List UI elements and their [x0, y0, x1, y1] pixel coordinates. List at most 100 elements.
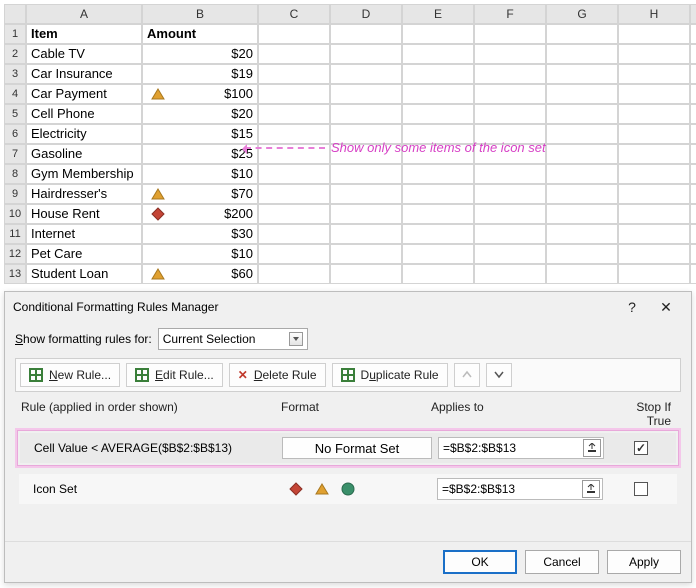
range-picker-icon[interactable] — [583, 439, 601, 457]
cell[interactable]: Car Payment — [26, 84, 142, 104]
cell[interactable] — [474, 64, 546, 84]
row-header[interactable]: 12 — [4, 244, 26, 264]
cancel-button[interactable]: Cancel — [525, 550, 599, 574]
col-header[interactable]: C — [258, 4, 330, 24]
cell[interactable] — [258, 264, 330, 284]
move-down-button[interactable] — [486, 363, 512, 387]
cell[interactable] — [258, 164, 330, 184]
cell[interactable] — [690, 164, 696, 184]
cell[interactable] — [258, 104, 330, 124]
cell[interactable] — [474, 144, 546, 164]
cell[interactable]: Cable TV — [26, 44, 142, 64]
cell[interactable] — [474, 184, 546, 204]
cell[interactable] — [330, 44, 402, 64]
row-header[interactable]: 9 — [4, 184, 26, 204]
row-header[interactable]: 11 — [4, 224, 26, 244]
cell[interactable] — [546, 164, 618, 184]
cell[interactable] — [546, 144, 618, 164]
row-header[interactable]: 13 — [4, 264, 26, 284]
row-header[interactable]: 6 — [4, 124, 26, 144]
cell[interactable]: $70 — [142, 184, 258, 204]
cell[interactable] — [546, 64, 618, 84]
cell[interactable] — [402, 144, 474, 164]
cell[interactable] — [474, 104, 546, 124]
cell[interactable] — [330, 224, 402, 244]
cell[interactable] — [258, 124, 330, 144]
cell[interactable]: Electricity — [26, 124, 142, 144]
cell[interactable]: Hairdresser's — [26, 184, 142, 204]
cell[interactable] — [546, 24, 618, 44]
cell[interactable] — [546, 264, 618, 284]
cell[interactable] — [474, 204, 546, 224]
cell[interactable] — [546, 84, 618, 104]
cell[interactable] — [258, 24, 330, 44]
cell[interactable] — [546, 184, 618, 204]
cell[interactable] — [330, 264, 402, 284]
duplicate-rule-button[interactable]: Duplicate Rule — [332, 363, 448, 387]
applies-to-input[interactable]: =$B$2:$B$13 — [437, 478, 603, 500]
row-header[interactable]: 3 — [4, 64, 26, 84]
cell[interactable] — [546, 244, 618, 264]
cell[interactable] — [474, 224, 546, 244]
cell[interactable]: Cell Phone — [26, 104, 142, 124]
cell[interactable] — [474, 164, 546, 184]
cell[interactable] — [618, 84, 690, 104]
cell[interactable]: Gym Membership — [26, 164, 142, 184]
new-rule-button[interactable]: New Rule... — [20, 363, 120, 387]
cell[interactable] — [330, 204, 402, 224]
cell[interactable] — [258, 144, 330, 164]
row-header[interactable]: 7 — [4, 144, 26, 164]
cell[interactable]: House Rent — [26, 204, 142, 224]
cell[interactable]: Gasoline — [26, 144, 142, 164]
cell[interactable] — [402, 104, 474, 124]
cell[interactable]: Item — [26, 24, 142, 44]
cell[interactable] — [690, 64, 696, 84]
cell[interactable] — [330, 84, 402, 104]
cell[interactable] — [618, 204, 690, 224]
cell[interactable]: $25 — [142, 144, 258, 164]
cell[interactable] — [258, 204, 330, 224]
cell[interactable]: $30 — [142, 224, 258, 244]
row-header[interactable]: 10 — [4, 204, 26, 224]
ok-button[interactable]: OK — [443, 550, 517, 574]
cell[interactable] — [618, 124, 690, 144]
row-header[interactable]: 8 — [4, 164, 26, 184]
col-header[interactable]: I — [690, 4, 696, 24]
cell[interactable]: $60 — [142, 264, 258, 284]
cell[interactable] — [330, 104, 402, 124]
col-header[interactable]: H — [618, 4, 690, 24]
cell[interactable] — [690, 144, 696, 164]
cell[interactable] — [402, 244, 474, 264]
cell[interactable] — [258, 64, 330, 84]
col-header[interactable]: A — [26, 4, 142, 24]
cell[interactable] — [546, 44, 618, 64]
cell[interactable] — [690, 204, 696, 224]
cell[interactable] — [618, 44, 690, 64]
move-up-button[interactable] — [454, 363, 480, 387]
cell[interactable]: Pet Care — [26, 244, 142, 264]
cell[interactable] — [618, 244, 690, 264]
scope-dropdown[interactable]: Current Selection — [158, 328, 308, 350]
cell[interactable]: $20 — [142, 44, 258, 64]
col-header[interactable]: E — [402, 4, 474, 24]
rule-row[interactable]: Icon Set =$B$2:$B$13 — [17, 472, 679, 506]
delete-rule-button[interactable]: ✕ Delete Rule — [229, 363, 326, 387]
cell[interactable] — [546, 204, 618, 224]
cell[interactable] — [402, 204, 474, 224]
row-header[interactable]: 1 — [4, 24, 26, 44]
cell[interactable] — [330, 144, 402, 164]
cell[interactable] — [690, 244, 696, 264]
cell[interactable] — [402, 44, 474, 64]
row-header[interactable]: 5 — [4, 104, 26, 124]
cell[interactable] — [402, 264, 474, 284]
cell[interactable]: $19 — [142, 64, 258, 84]
cell[interactable] — [258, 84, 330, 104]
col-header[interactable]: F — [474, 4, 546, 24]
cell[interactable] — [690, 184, 696, 204]
apply-button[interactable]: Apply — [607, 550, 681, 574]
cell[interactable] — [618, 264, 690, 284]
col-header[interactable]: B — [142, 4, 258, 24]
cell[interactable] — [402, 64, 474, 84]
cell[interactable] — [474, 84, 546, 104]
cell[interactable] — [690, 224, 696, 244]
